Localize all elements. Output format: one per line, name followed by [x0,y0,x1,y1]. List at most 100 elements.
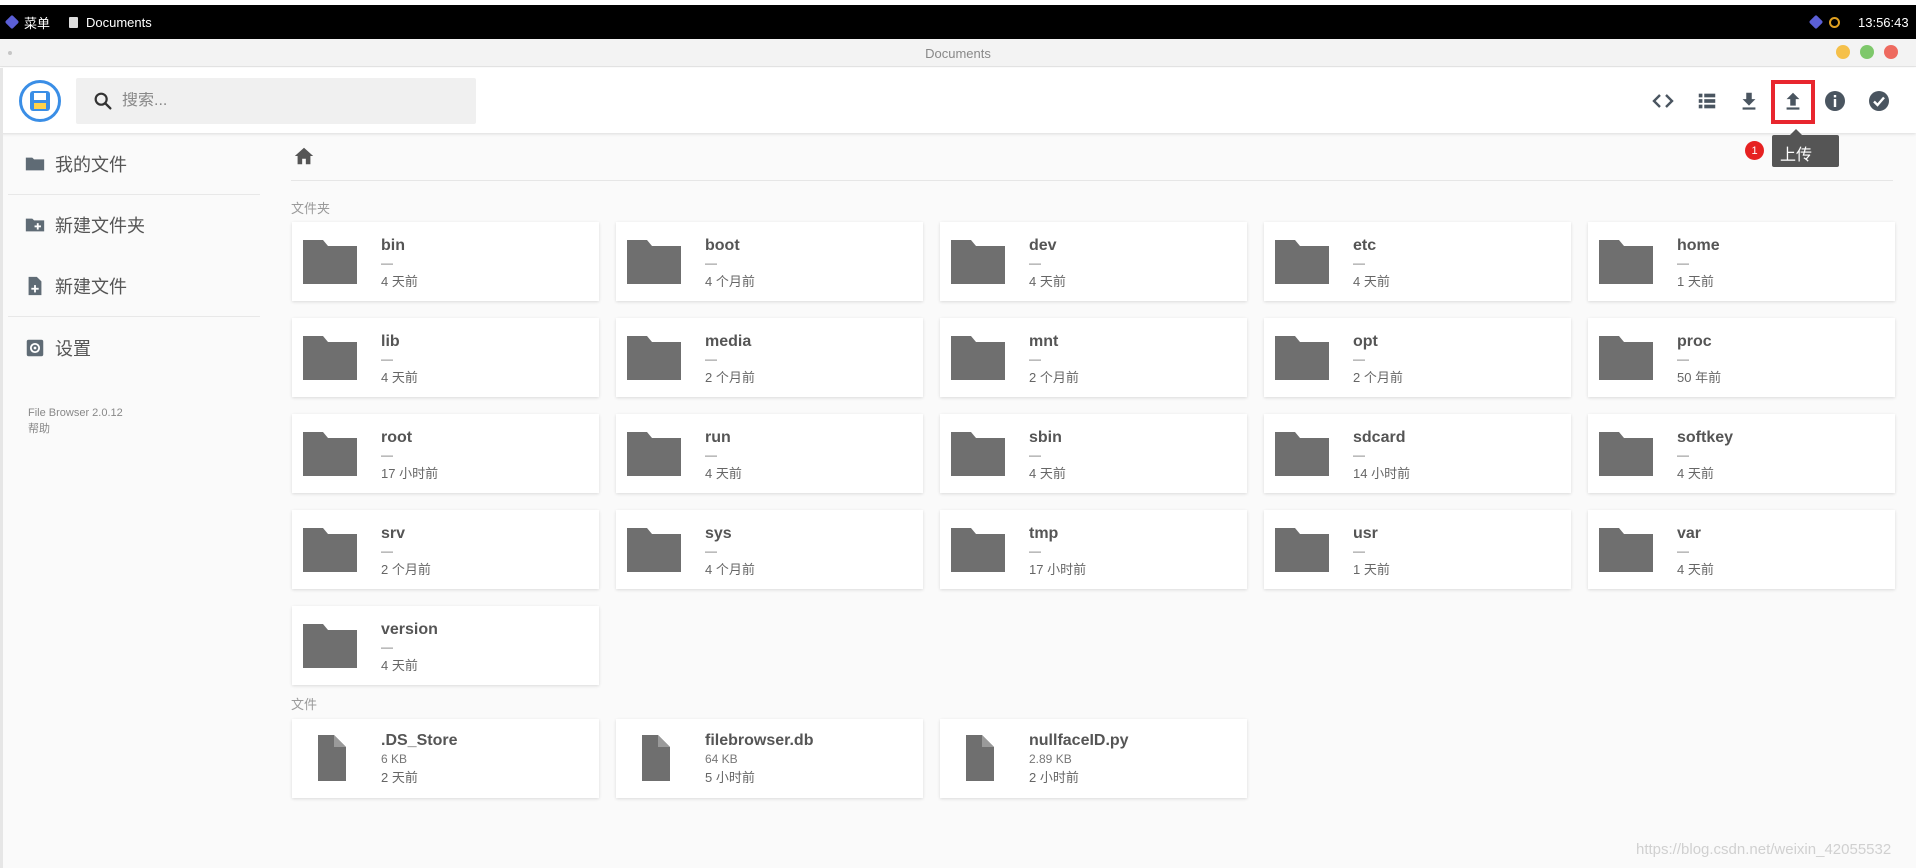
folder-item[interactable]: version — 4 天前 [292,606,599,685]
folder-item[interactable]: srv — 2 个月前 [292,510,599,589]
item-size: 64 KB [705,752,738,766]
minimize-button[interactable] [1836,45,1850,59]
folder-item[interactable]: root — 17 小时前 [292,414,599,493]
folder-item[interactable]: home — 1 天前 [1588,222,1895,301]
item-modified: 2 天前 [381,770,418,785]
file-item[interactable]: nullfaceID.py 2.89 KB 2 小时前 [940,719,1247,798]
item-name: home [1677,237,1720,254]
item-size: — [1029,544,1041,558]
item-modified: 4 天前 [381,274,418,289]
help-link[interactable]: 帮助 [28,421,123,437]
sidebar-item-label: 我的文件 [55,155,127,175]
folder-item[interactable]: var — 4 天前 [1588,510,1895,589]
item-modified: 1 天前 [1353,562,1390,577]
folder-item[interactable]: media — 2 个月前 [616,318,923,397]
main-area: 我的文件 新建文件夹 新建文件 设置 File Browser 2.0.12 帮… [0,133,1916,868]
folder-item[interactable]: run — 4 天前 [616,414,923,493]
folder-item[interactable]: mnt — 2 个月前 [940,318,1247,397]
item-modified: 50 年前 [1677,370,1722,385]
tray-search-icon[interactable] [1829,5,1840,39]
item-name: usr [1353,525,1378,542]
item-modified: 4 天前 [381,370,418,385]
folder-icon [1599,240,1653,284]
info-button[interactable] [1817,83,1853,119]
item-modified: 4 天前 [1677,466,1714,481]
close-button[interactable] [1884,45,1898,59]
sidebar-item-settings[interactable]: 设置 [0,318,262,378]
item-size: — [1353,544,1365,558]
item-name: lib [381,333,400,350]
item-size: — [705,544,717,558]
check-circle-icon [1869,91,1889,111]
folder-item[interactable]: etc — 4 天前 [1264,222,1571,301]
folder-item[interactable]: lib — 4 天前 [292,318,599,397]
window-titlebar: Documents [0,39,1916,67]
folder-item[interactable]: proc — 50 年前 [1588,318,1895,397]
code-button[interactable] [1645,83,1681,119]
folder-item[interactable]: bin — 4 天前 [292,222,599,301]
item-modified: 2 小时前 [1029,770,1079,785]
item-size: — [381,256,393,270]
folder-item[interactable]: dev — 4 天前 [940,222,1247,301]
file-icon [318,735,346,781]
select-button[interactable] [1861,83,1897,119]
file-icon [966,735,994,781]
item-name: proc [1677,333,1712,350]
folder-icon [627,432,681,476]
folder-icon [1275,432,1329,476]
item-name: dev [1029,237,1057,254]
item-name: filebrowser.db [705,732,814,749]
folder-icon [303,336,357,380]
taskbar-menu-label: 菜单 [24,15,51,31]
item-modified: 4 天前 [381,658,418,673]
upload-tooltip: 上传 [1772,129,1839,167]
folder-item[interactable]: sdcard — 14 小时前 [1264,414,1571,493]
folder-item[interactable]: tmp — 17 小时前 [940,510,1247,589]
sidebar-item-my-files[interactable]: 我的文件 [0,134,262,194]
cube-icon [4,14,20,30]
folder-icon [303,432,357,476]
code-icon [1652,94,1674,108]
item-size: — [1029,448,1041,462]
item-size: — [705,256,717,270]
tray-cube-icon[interactable] [1808,5,1824,39]
file-item[interactable]: .DS_Store 6 KB 2 天前 [292,719,599,798]
item-modified: 4 天前 [1353,274,1390,289]
item-modified: 4 天前 [1029,466,1066,481]
folder-item[interactable]: usr — 1 天前 [1264,510,1571,589]
item-size: 6 KB [381,752,408,766]
folder-item[interactable]: sbin — 4 天前 [940,414,1247,493]
sidebar-item-label: 新建文件夹 [55,216,145,236]
settings-icon [26,339,44,357]
folder-icon [627,528,681,572]
item-modified: 2 个月前 [1353,370,1403,385]
watermark: https://blog.csdn.net/weixin_42055532 [1636,841,1892,858]
item-size: — [381,544,393,558]
version-label: File Browser 2.0.12 [28,407,123,419]
window-title: Documents [925,46,991,61]
home-icon[interactable] [293,145,315,167]
item-size: — [1353,352,1365,366]
item-modified: 4 个月前 [705,274,755,289]
sidebar-item-new-file[interactable]: 新建文件 [0,256,262,316]
folder-icon [951,240,1005,284]
folder-item[interactable]: boot — 4 个月前 [616,222,923,301]
taskbar-menu-button[interactable]: 菜单 [4,5,51,39]
search-box[interactable] [76,78,476,124]
view-mode-button[interactable] [1689,83,1725,119]
view-list-icon [1698,93,1716,109]
folder-item[interactable]: opt — 2 个月前 [1264,318,1571,397]
maximize-button[interactable] [1860,45,1874,59]
sidebar-item-label: 设置 [55,339,91,359]
folder-item[interactable]: sys — 4 个月前 [616,510,923,589]
save-disk-icon [30,91,50,111]
item-name: sys [705,525,732,542]
taskbar-window-button[interactable]: Documents [69,5,152,39]
download-button[interactable] [1731,83,1767,119]
sidebar-item-new-folder[interactable]: 新建文件夹 [0,195,262,255]
filebrowser-logo[interactable] [19,80,61,122]
file-item[interactable]: filebrowser.db 64 KB 5 小时前 [616,719,923,798]
folder-item[interactable]: softkey — 4 天前 [1588,414,1895,493]
item-modified: 1 天前 [1677,274,1714,289]
search-input[interactable] [122,92,442,110]
